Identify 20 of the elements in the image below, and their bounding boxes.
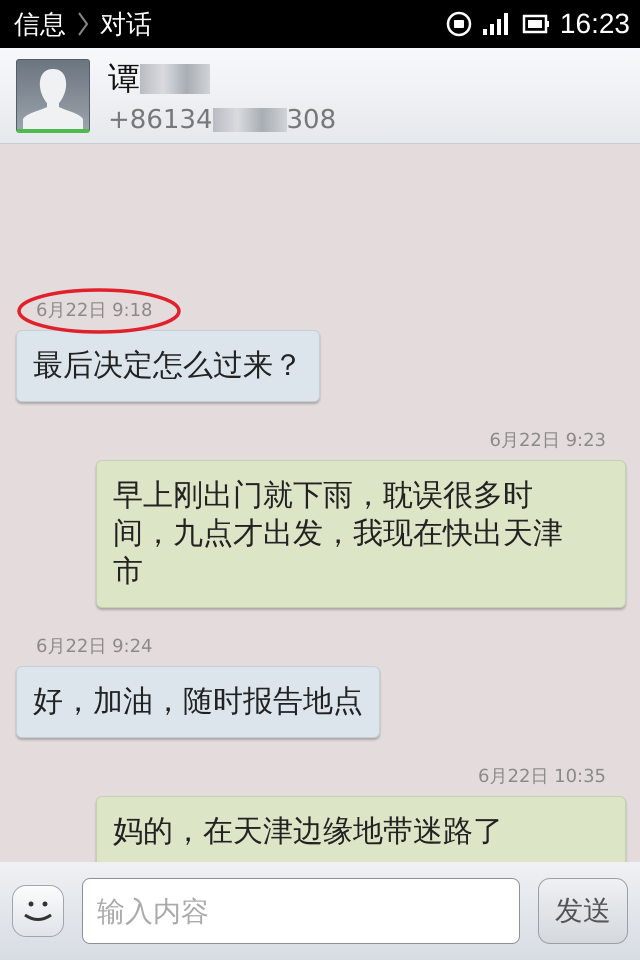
- phone-number-start: +86134: [108, 104, 212, 134]
- notification-icon: [446, 11, 472, 37]
- message-input-field[interactable]: 输入内容: [82, 878, 520, 944]
- message-bubble: 好，加油，随时报告地点: [16, 666, 380, 738]
- avatar-icon[interactable]: [16, 58, 90, 132]
- phone-number-end: 308: [286, 104, 336, 134]
- emoji-button[interactable]: [12, 885, 64, 937]
- chevron-icon: [76, 11, 90, 37]
- message-bubble: 早上刚出门就下雨，耽误很多时间，九点才出发，我现在快出天津市: [96, 460, 626, 608]
- message-time: 6月22日 10:35: [478, 766, 606, 788]
- message-time: 6月22日 9:23: [490, 430, 606, 452]
- message-time: 6月22日 9:24: [36, 636, 152, 658]
- breadcrumb-item[interactable]: 信息: [14, 6, 66, 42]
- message-time: 6月22日 9:18: [36, 300, 152, 322]
- message-bubble: 妈的，在天津边缘地带迷路了: [96, 796, 626, 862]
- breadcrumb-item[interactable]: 对话: [100, 6, 152, 42]
- clock-time: 16:23: [560, 8, 630, 40]
- message-bubble: 最后决定怎么过来？: [16, 330, 320, 402]
- contact-name: 谭: [108, 58, 140, 98]
- send-button[interactable]: 发送: [538, 878, 628, 944]
